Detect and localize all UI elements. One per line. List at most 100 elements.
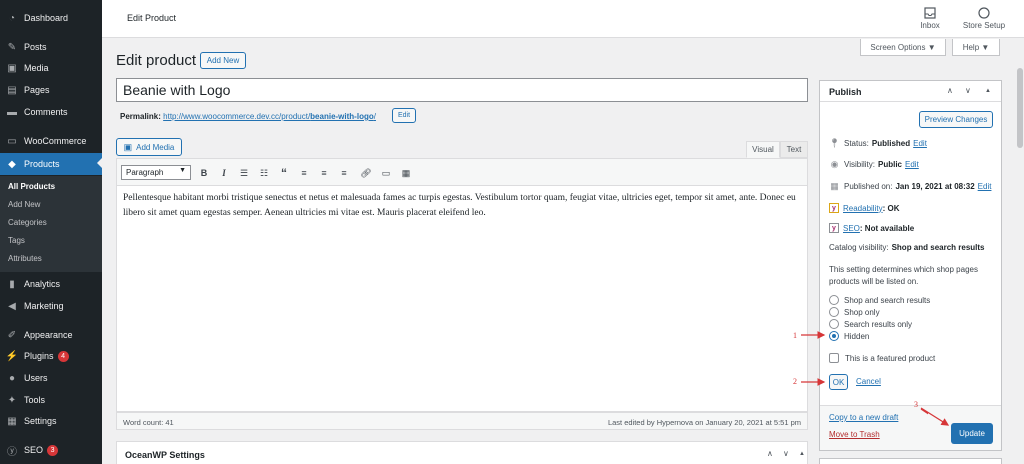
dashboard-icon: ◔ xyxy=(8,12,16,24)
top-header: Edit Product Inbox Store Setup xyxy=(102,0,1024,38)
sidebar-item-users[interactable]: ● Users xyxy=(0,368,102,388)
edit-status-link[interactable]: Edit xyxy=(913,139,927,148)
submenu-attributes[interactable]: Attributes xyxy=(8,254,42,263)
visibility-row: ◉ Visibility: Public Edit xyxy=(830,159,919,169)
chevron-down-icon[interactable]: ∨ xyxy=(783,449,789,458)
status-row: 📍︎ Status: Published Edit xyxy=(828,138,927,148)
publish-title: Publish xyxy=(829,87,862,97)
align-center-icon[interactable]: ≡ xyxy=(317,166,331,180)
radio-button[interactable] xyxy=(829,307,839,317)
product-title-input[interactable]: Beanie with Logo xyxy=(116,78,808,102)
permalink-slug: beanie-with-logo xyxy=(310,112,374,121)
chevron-up-icon[interactable]: ∧ xyxy=(947,86,953,95)
seo-link[interactable]: SEO xyxy=(843,224,860,233)
catalog-description: This setting determines which shop pages… xyxy=(829,265,978,286)
sidebar-item-tools[interactable]: ✦ Tools xyxy=(0,390,102,410)
wrench-icon: ✦ xyxy=(7,394,17,406)
submenu-all-products[interactable]: All Products xyxy=(8,182,55,191)
oceanwp-settings-title: OceanWP Settings xyxy=(125,450,205,460)
sidebar-item-seo[interactable]: ⓨ SEO 3 xyxy=(0,440,102,460)
readability-link[interactable]: Readability xyxy=(843,204,883,213)
bullet-list-icon[interactable]: ☰ xyxy=(237,166,251,180)
toolbar-toggle-icon[interactable]: ▦ xyxy=(399,166,413,180)
store-setup-button[interactable]: Store Setup xyxy=(960,7,1008,30)
seo-badge: 3 xyxy=(47,444,59,456)
tab-text[interactable]: Text xyxy=(780,141,808,158)
inbox-button[interactable]: Inbox xyxy=(920,7,940,30)
store-setup-icon xyxy=(978,7,990,19)
scrollbar-thumb[interactable] xyxy=(1017,68,1023,148)
radio-button[interactable] xyxy=(829,295,839,305)
align-right-icon[interactable]: ≡ xyxy=(337,166,351,180)
plugin-icon: ⚡ xyxy=(5,350,19,362)
sidebar-item-dashboard[interactable]: ◔ Dashboard xyxy=(0,8,102,28)
permalink-edit-button[interactable]: Edit xyxy=(392,108,416,123)
brush-icon: ✐ xyxy=(7,329,17,341)
edit-visibility-link[interactable]: Edit xyxy=(905,160,919,169)
sidebar-item-marketing[interactable]: ◀ Marketing xyxy=(0,296,102,316)
add-media-button[interactable]: ▣ Add Media xyxy=(116,138,182,156)
catalog-visibility-row: Catalog visibility: Shop and search resul… xyxy=(829,243,985,252)
oceanwp-settings-box: OceanWP Settings ∧ ∨ ▲ xyxy=(116,441,808,464)
page-scrollbar[interactable] xyxy=(1016,38,1024,464)
blockquote-icon[interactable]: “ xyxy=(277,166,291,180)
sidebar-item-media[interactable]: ▣ Media xyxy=(0,58,102,78)
pin-icon: 📍︎ xyxy=(828,138,841,148)
permalink-link[interactable]: http://www.woocommerce.dev.cc/product/be… xyxy=(163,112,376,121)
sidebar-item-plugins[interactable]: ⚡ Plugins 4 xyxy=(0,346,102,366)
sidebar-item-comments[interactable]: ▬ Comments xyxy=(0,102,102,122)
chevron-up-icon[interactable]: ∧ xyxy=(767,449,773,458)
eye-icon: ◉ xyxy=(830,159,839,169)
woocommerce-icon: ▭ xyxy=(7,135,17,147)
user-icon: ● xyxy=(8,372,16,384)
products-submenu: All Products Add New Categories Tags Att… xyxy=(0,176,102,272)
permalink-row: Permalink: http://www.woocommerce.dev.cc… xyxy=(120,112,376,121)
yoast-icon: ⓨ xyxy=(7,446,17,458)
submenu-add-new[interactable]: Add New xyxy=(8,200,40,209)
tab-visual[interactable]: Visual xyxy=(746,141,780,158)
toggle-panel-icon[interactable]: ▲ xyxy=(799,451,805,457)
admin-sidebar: ◔ Dashboard ✎ Posts ▣ Media ▤ Pages ▬ Comment… xyxy=(0,0,102,464)
annotation-number: 1 xyxy=(793,331,797,340)
sidebar-item-appearance[interactable]: ✐ Appearance xyxy=(0,325,102,345)
arrow-to-update-svg xyxy=(920,407,950,426)
format-select[interactable]: Paragraph ▼ xyxy=(121,165,191,180)
submenu-categories[interactable]: Categories xyxy=(8,218,47,227)
help-button[interactable]: Help ▼ xyxy=(952,39,1000,56)
pin-icon: ✎ xyxy=(7,41,17,53)
published-on-row: ▦ Published on: Jan 19, 2021 at 08:32 Edit xyxy=(830,181,992,191)
inbox-icon xyxy=(924,7,936,19)
add-media-icon: ▣ xyxy=(123,141,133,152)
seo-row: y SEO: Not available xyxy=(829,223,917,233)
numbered-list-icon[interactable]: ☷ xyxy=(257,166,271,180)
editor-toolbar: Paragraph ▼ B I ☰ ☷ “ ≡ ≡ ≡ 🔗︎ ▭ ▦ xyxy=(116,158,808,186)
screen-options-button[interactable]: Screen Options ▼ xyxy=(860,39,946,56)
page-heading: Edit product xyxy=(116,52,197,69)
toggle-panel-icon[interactable]: ▲ xyxy=(985,88,991,94)
option-shop-only[interactable]: Shop only xyxy=(829,307,880,317)
preview-changes-button[interactable]: Preview Changes xyxy=(919,111,993,128)
link-icon[interactable]: 🔗︎ xyxy=(359,166,373,180)
chevron-down-icon: ▼ xyxy=(179,167,186,174)
sidebar-item-analytics[interactable]: ▮ Analytics xyxy=(0,274,102,294)
settings-icon: ▦ xyxy=(7,415,17,427)
edit-date-link[interactable]: Edit xyxy=(978,182,992,191)
italic-icon[interactable]: I xyxy=(217,166,231,180)
submenu-tags[interactable]: Tags xyxy=(8,236,25,245)
chevron-down-icon[interactable]: ∨ xyxy=(965,86,971,95)
read-more-icon[interactable]: ▭ xyxy=(379,166,393,180)
option-shop-and-search[interactable]: Shop and search results xyxy=(829,295,930,305)
megaphone-icon: ◀ xyxy=(8,300,16,312)
sidebar-item-products[interactable]: ◆ Products xyxy=(0,153,102,175)
sidebar-item-settings[interactable]: ▦ Settings xyxy=(0,411,102,431)
editor-content[interactable]: Pellentesque habitant morbi tristique se… xyxy=(116,186,808,412)
bold-icon[interactable]: B xyxy=(197,166,211,180)
calendar-icon: ▦ xyxy=(830,181,839,191)
add-new-button[interactable]: Add New xyxy=(200,52,246,69)
comment-icon: ▬ xyxy=(7,106,17,118)
product-icon: ◆ xyxy=(8,158,16,170)
sidebar-item-woocommerce[interactable]: ▭ WooCommerce xyxy=(0,131,102,151)
sidebar-item-posts[interactable]: ✎ Posts xyxy=(0,37,102,57)
sidebar-item-pages[interactable]: ▤ Pages xyxy=(0,80,102,100)
align-left-icon[interactable]: ≡ xyxy=(297,166,311,180)
